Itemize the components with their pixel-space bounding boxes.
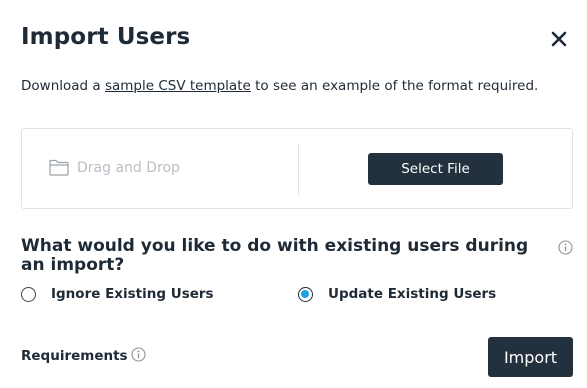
option-label: Update Existing Users: [328, 286, 497, 302]
import-users-dialog: Import Users Download a sample CSV templ…: [0, 0, 587, 388]
intro-prefix: Download a: [21, 78, 105, 94]
info-icon[interactable]: [558, 240, 573, 255]
dialog-title: Import Users: [21, 24, 191, 50]
file-upload-box: Drag and Drop Select File: [21, 128, 573, 209]
close-button[interactable]: [548, 28, 570, 50]
drag-drop-label: Drag and Drop: [77, 159, 180, 176]
close-icon: [551, 31, 567, 47]
radio-button-selected[interactable]: [298, 286, 313, 302]
radio-update-existing[interactable]: Update Existing Users: [298, 286, 496, 302]
upload-divider: [298, 144, 299, 195]
requirements-info-icon[interactable]: [131, 347, 146, 362]
option-label: Ignore Existing Users: [51, 286, 214, 302]
folder-icon: [49, 159, 69, 176]
intro-suffix: to see an example of the format required…: [250, 78, 539, 94]
drag-drop-area[interactable]: Drag and Drop: [49, 159, 180, 176]
radio-button[interactable]: [21, 286, 36, 302]
existing-users-question: What would you like to do with existing …: [21, 236, 529, 275]
intro-text: Download a sample CSV template to see an…: [21, 78, 538, 94]
select-file-button[interactable]: Select File: [368, 153, 503, 185]
import-button[interactable]: Import: [488, 337, 573, 377]
sample-csv-link[interactable]: sample CSV template: [105, 78, 251, 94]
radio-ignore-existing[interactable]: Ignore Existing Users: [21, 286, 214, 302]
requirements-label: Requirements: [21, 348, 128, 364]
